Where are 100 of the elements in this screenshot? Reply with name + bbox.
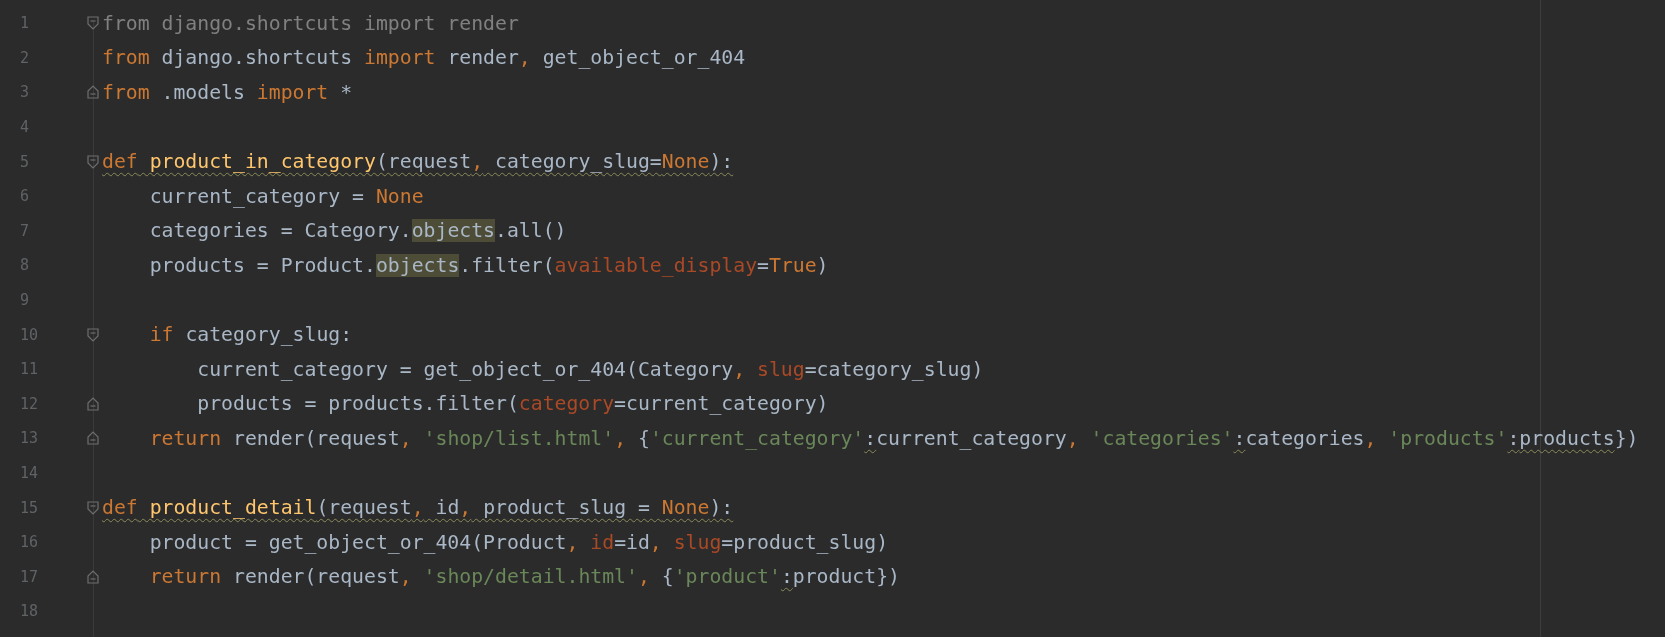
line-number: 18 bbox=[19, 602, 39, 621]
code-token: if bbox=[148, 323, 174, 347]
code-token: products bbox=[1519, 426, 1615, 450]
code-token: : bbox=[864, 426, 877, 450]
code-token: .all() bbox=[495, 219, 567, 243]
line-number: 7 bbox=[19, 221, 30, 240]
code-token: render(request bbox=[232, 565, 400, 589]
code-token: products = Product. bbox=[148, 253, 376, 277]
code-token: (request bbox=[316, 496, 412, 520]
fold-marker-icon[interactable] bbox=[87, 85, 99, 100]
code-token: , bbox=[637, 565, 650, 589]
code-token: =id bbox=[614, 530, 650, 554]
code-token: }) bbox=[1614, 426, 1639, 450]
line-number: 3 bbox=[19, 83, 30, 102]
code-token: render bbox=[446, 46, 519, 70]
code-token: =current_category) bbox=[614, 392, 829, 416]
line-number: 6 bbox=[19, 187, 30, 206]
code-token: id bbox=[589, 530, 615, 554]
line-number: 10 bbox=[19, 325, 39, 344]
code-token: import bbox=[256, 81, 329, 104]
fold-marker-icon[interactable] bbox=[87, 500, 99, 515]
code-token: objects bbox=[375, 253, 460, 277]
line-number: 14 bbox=[19, 464, 39, 482]
code-token: product_detail bbox=[148, 496, 317, 520]
code-token: ): bbox=[709, 496, 734, 520]
code-token: category bbox=[518, 392, 615, 416]
code-token: , bbox=[614, 426, 627, 450]
line-number: 8 bbox=[19, 256, 30, 275]
code-token: 'product' bbox=[673, 565, 781, 589]
code-token: , bbox=[566, 530, 579, 554]
code-token: current_category = get_object_or_404(Category bbox=[196, 357, 734, 381]
code-token: , bbox=[411, 496, 424, 520]
code-token: get_object_or_404 bbox=[541, 46, 746, 70]
code-token: ) bbox=[816, 253, 829, 277]
code-token: objects bbox=[411, 219, 496, 243]
code-token: product_slug = bbox=[482, 496, 651, 520]
line-number: 17 bbox=[19, 567, 39, 586]
code-token: , bbox=[518, 46, 531, 70]
code-token: return bbox=[148, 426, 222, 450]
code-token: product = get_object_or_404(Product bbox=[148, 530, 567, 554]
line-number: 12 bbox=[19, 394, 39, 413]
code-token: 'shop/detail.html' bbox=[422, 565, 638, 589]
fold-marker-icon[interactable] bbox=[87, 154, 99, 169]
code-token: =category_slug) bbox=[804, 357, 984, 381]
code-token: current_category bbox=[876, 426, 1067, 450]
code-token: : bbox=[780, 565, 793, 589]
code-token: id bbox=[434, 496, 460, 520]
code-token: , bbox=[1364, 426, 1377, 450]
code-token: , bbox=[733, 357, 746, 381]
code-token: : bbox=[1233, 426, 1246, 450]
code-token: =product_slug) bbox=[721, 530, 889, 554]
code-token: None bbox=[661, 496, 710, 520]
code-token: product}) bbox=[792, 565, 900, 589]
code-token: , bbox=[399, 565, 412, 589]
code-token: , bbox=[471, 150, 484, 174]
line-number: 13 bbox=[19, 429, 39, 448]
code-token: 'categories' bbox=[1089, 426, 1234, 450]
code-token: import bbox=[364, 46, 436, 70]
code-token: categories bbox=[1245, 426, 1365, 450]
code-token: available_display bbox=[554, 253, 758, 277]
code-token: True bbox=[768, 253, 817, 277]
fold-marker-icon[interactable] bbox=[87, 396, 99, 411]
code-token: django.shortcuts bbox=[160, 46, 354, 70]
code-token: ): bbox=[709, 150, 734, 174]
code-token: None bbox=[375, 184, 424, 208]
code-token: product_in_category bbox=[148, 150, 376, 174]
code-token: , bbox=[399, 426, 412, 450]
fold-marker-icon[interactable] bbox=[87, 431, 99, 446]
code-token: = bbox=[757, 253, 769, 277]
line-number: 4 bbox=[19, 118, 30, 137]
code-token: , bbox=[459, 496, 472, 520]
line-number: 9 bbox=[19, 291, 30, 310]
code-token: 'shop/list.html' bbox=[422, 426, 615, 450]
code-token: category_slug= bbox=[494, 150, 662, 174]
code-token: 'products' bbox=[1387, 426, 1508, 450]
code-token: * bbox=[339, 81, 353, 104]
code-token: (request bbox=[375, 150, 472, 174]
code-token: { bbox=[660, 565, 674, 589]
code-token: category_slug: bbox=[184, 323, 353, 347]
line-number: 16 bbox=[19, 533, 39, 552]
line-number: 2 bbox=[19, 48, 30, 67]
line-number: 11 bbox=[19, 360, 39, 379]
code-token: from bbox=[102, 46, 150, 70]
code-token: : bbox=[1507, 426, 1520, 450]
line-number: 1 bbox=[19, 14, 30, 33]
fold-marker-icon[interactable] bbox=[87, 16, 99, 31]
code-token: categories = Category. bbox=[148, 219, 412, 243]
code-token: slug bbox=[756, 357, 805, 381]
code-token: None bbox=[661, 150, 710, 174]
code-token: .models bbox=[160, 81, 246, 104]
code-token: .filter( bbox=[459, 253, 555, 277]
fold-marker-icon[interactable] bbox=[87, 569, 99, 584]
line-number: 15 bbox=[19, 498, 39, 517]
fold-marker-icon[interactable] bbox=[87, 327, 99, 342]
code-token: , bbox=[649, 530, 662, 554]
code-token: def bbox=[102, 496, 138, 520]
code-token: current_category = bbox=[148, 184, 365, 208]
code-token: , bbox=[1066, 426, 1079, 450]
code-token: 'current_category' bbox=[649, 426, 865, 450]
code-token: def bbox=[102, 150, 138, 174]
